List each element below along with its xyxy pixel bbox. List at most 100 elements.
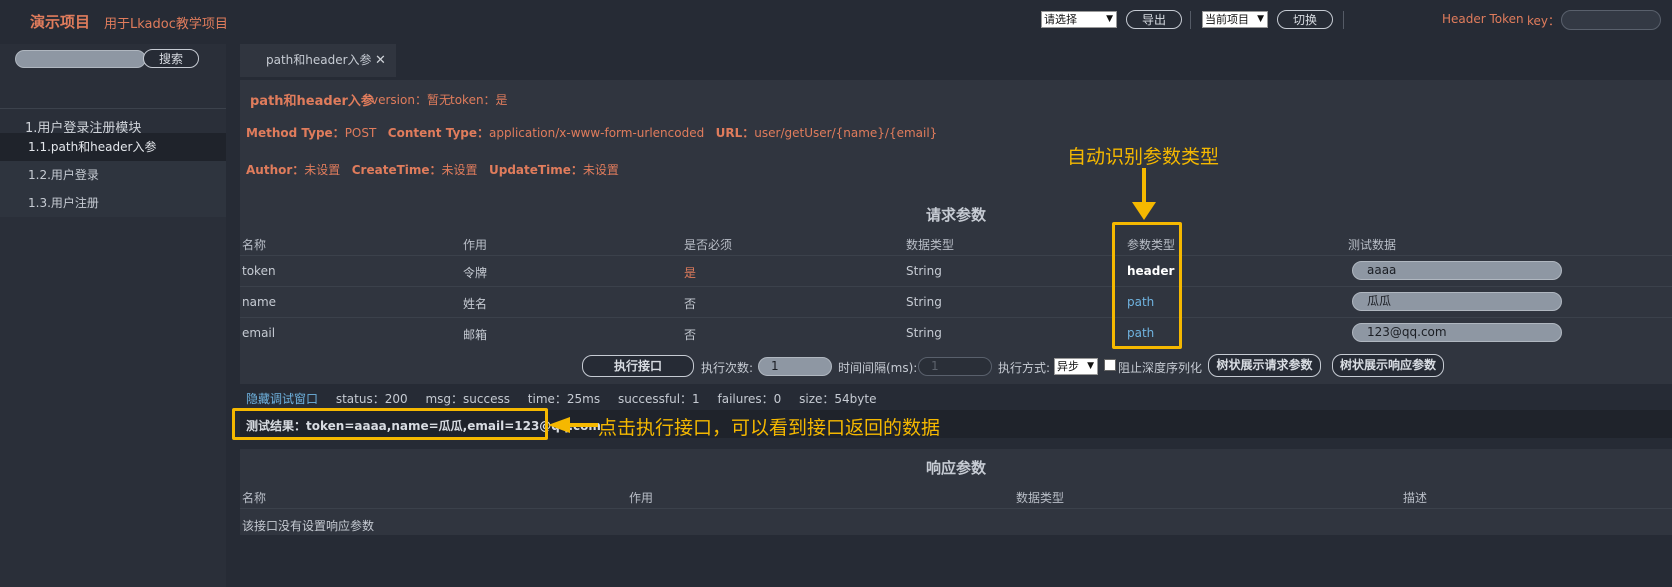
column-header: 测试数据 [1348,238,1397,252]
table-row: email 邮箱 否 String path 123@qq.com [240,317,1672,348]
chevron-down-icon: ▼ [1087,361,1094,371]
hide-debug-link[interactable]: 隐藏调试窗口 [246,392,318,406]
project-select-value: 请选择 [1044,13,1077,26]
create-time-value: 未设置 [441,163,478,177]
mode-label: 执行方式: [998,361,1051,375]
divider [1343,11,1344,29]
url-value: user/getUser/{name}/{email} [754,126,938,140]
update-time-value: 未设置 [582,163,619,177]
header-token-label: Header Token [1442,12,1524,26]
divider [0,108,226,109]
execute-button[interactable]: 执行接口 [582,355,694,377]
param-name: name [242,295,277,309]
current-project-select[interactable]: 当前项目 ▼ [1202,11,1268,28]
empty-response-message: 该接口没有设置响应参数 [242,519,375,533]
api-author-line: Author：未设置 CreateTime：未设置 UpdateTime：未设置 [246,161,619,178]
project-subtitle: 用于Lkadoc教学项目 [104,17,228,32]
author-value: 未设置 [304,163,341,177]
column-header: 名称 [242,491,267,505]
current-project-value: 当前项目 [1205,13,1249,26]
sidebar-item-path-header[interactable]: 1.1.path和header入参 [0,133,226,161]
status-failures: failures：0 [717,392,782,406]
export-button[interactable]: 导出 [1126,10,1182,29]
mode-select[interactable]: 异步 ▼ [1054,358,1098,375]
api-method-line: Method Type：POST Content Type：applicatio… [246,124,937,141]
count-input[interactable]: 1 [758,357,832,376]
param-required: 否 [684,328,697,342]
block-serialization-checkbox[interactable] [1104,359,1116,371]
param-type-highlight-box [1112,222,1182,349]
status-time: time：25ms [527,392,601,406]
method-value: POST [344,126,377,140]
sidebar-item-register[interactable]: 1.3.用户注册 [0,189,226,217]
count-label: 执行次数: [701,361,754,375]
test-data-input[interactable]: aaaa [1352,261,1562,280]
column-header: 是否必须 [684,238,733,252]
update-time-label: UpdateTime： [489,163,583,177]
param-required: 是 [684,266,697,280]
switch-button[interactable]: 切换 [1277,10,1333,29]
sidebar: 搜索 1.用户登录注册模块 1.1.path和header入参 1.2.用户登录… [0,44,226,587]
main-content: path和header入参 version：暂无 token：是 Method … [240,80,1672,587]
author-label: Author： [246,163,305,177]
status-code: status：200 [335,392,408,406]
tree-response-button[interactable]: 树状展示响应参数 [1332,354,1444,377]
tree-request-button[interactable]: 树状展示请求参数 [1208,354,1321,377]
create-time-label: CreateTime： [351,163,442,177]
table-row: name 姓名 否 String path 瓜瓜 [240,286,1672,317]
sidebar-item-login[interactable]: 1.2.用户登录 [0,161,226,189]
block-serialization-label: 阻止深度序列化 [1118,361,1203,375]
mode-value: 异步 [1057,360,1079,373]
request-params-panel: 请求参数 名称 作用 是否必须 数据类型 参数类型 测试数据 token 令牌 … [240,196,1672,384]
interval-input[interactable]: 1 [918,357,992,376]
param-desc: 姓名 [463,297,488,311]
api-version: version：暂无 [371,93,451,107]
test-data-input[interactable]: 123@qq.com [1352,323,1562,342]
request-params-title: 请求参数 [925,206,986,224]
param-desc: 令牌 [463,266,488,280]
param-name: email [242,326,276,340]
param-type: String [906,295,942,309]
api-name: path和header入参 [250,94,374,109]
column-header: 作用 [463,238,488,252]
arrow-left-icon [548,417,598,433]
search-input[interactable] [15,50,146,68]
annotation-click-execute: 点击执行接口，可以看到接口返回的数据 [598,417,941,439]
table-row: 该接口没有设置响应参数 [240,508,1672,539]
close-icon[interactable]: ✕ [375,44,386,77]
key-label: key： [1527,14,1561,28]
param-name: token [242,264,276,278]
param-type: String [906,326,942,340]
key-input[interactable] [1561,10,1661,30]
top-bar: 演示项目 用于Lkadoc教学项目 请选择 ▼ 导出 当前项目 ▼ 切换 Hea… [0,0,1672,43]
url-label: URL： [715,126,755,140]
column-header: 数据类型 [906,238,955,252]
status-successful: successful：1 [617,392,700,406]
api-info-panel: path和header入参 version：暂无 token：是 Method … [240,80,1672,198]
debug-status-line: 隐藏调试窗口 status：200 msg：success time：25ms … [246,390,891,407]
table-row: token 令牌 是 String header aaaa [240,255,1672,286]
status-msg: msg：success [425,392,510,406]
column-header: 数据类型 [1016,491,1065,505]
content-type-label: Content Type： [387,126,490,140]
param-type: String [906,264,942,278]
tab-path-header[interactable]: path和header入参 ✕ [240,44,396,77]
param-desc: 邮箱 [463,328,488,342]
project-title: 演示项目 [30,13,91,31]
chevron-down-icon: ▼ [1257,14,1264,24]
content-type-value: application/x-www-form-urlencoded [489,126,705,140]
response-params-panel: 响应参数 名称 作用 数据类型 描述 该接口没有设置响应参数 [240,449,1672,535]
api-token: token：是 [450,93,508,107]
tab-bar: path和header入参 ✕ [240,44,1672,77]
arrow-down-icon [1132,168,1156,220]
project-select[interactable]: 请选择 ▼ [1041,11,1117,28]
tab-label: path和header入参 [266,53,372,67]
column-header: 描述 [1403,491,1428,505]
column-header: 作用 [629,491,654,505]
test-data-input[interactable]: 瓜瓜 [1352,292,1562,311]
status-size: size：54byte [799,392,877,406]
interval-label: 时间间隔(ms): [838,361,918,375]
divider [1190,11,1191,29]
search-button[interactable]: 搜索 [143,49,199,68]
chevron-down-icon: ▼ [1106,14,1113,24]
